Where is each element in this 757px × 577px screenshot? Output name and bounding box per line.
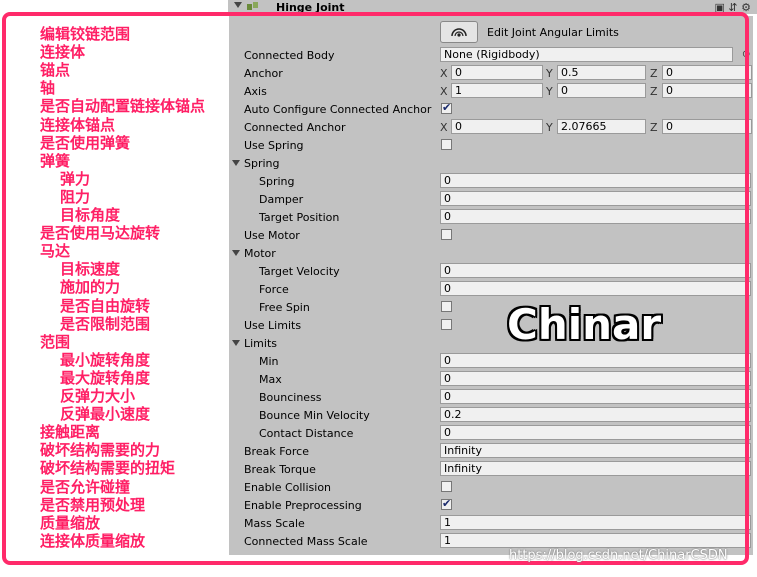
- hinge-joint-icon: [247, 2, 258, 10]
- annotation-label: 施加的力: [60, 278, 121, 297]
- annotation-label: 马达: [40, 242, 71, 261]
- annotation-label: 最大旋转角度: [60, 368, 151, 387]
- annotation-label: 目标角度: [60, 206, 121, 224]
- annotation-label: 轴: [40, 79, 56, 98]
- annotation-label: 反弹力大小: [60, 387, 136, 405]
- annotation-label: 弹簧: [40, 151, 71, 170]
- annotation-label: 弹力: [60, 169, 91, 188]
- annotation-label: 锚点: [40, 61, 71, 80]
- annotation-label: 阻力: [60, 187, 91, 206]
- annotation-label: 破坏结构需要的扭矩: [40, 459, 176, 478]
- annotation-label: 范围: [40, 332, 71, 351]
- annotation-label: 是否使用弹簧: [40, 133, 131, 152]
- annotation-label: 破坏结构需要的力: [40, 441, 161, 460]
- annotation-label: 连接体锚点: [40, 115, 116, 134]
- annotation-label: 接触距离: [40, 423, 101, 442]
- watermark: https://blog.csdn.net/ChinarCSDN: [509, 548, 728, 563]
- annotation-label: 是否禁用预处理: [40, 495, 146, 514]
- annotation-label: 连接体质量缩放: [40, 531, 146, 550]
- brand-text: Chinar: [507, 300, 662, 349]
- annotation-label: 最小旋转角度: [60, 350, 151, 369]
- annotation-label: 是否自由旋转: [60, 296, 151, 315]
- annotation-label: 目标速度: [60, 260, 121, 279]
- annotation-label: 反弹最小速度: [60, 405, 151, 424]
- annotation-label: 是否使用马达旋转: [40, 224, 161, 243]
- annotation-label: 编辑铰链范围: [40, 25, 131, 43]
- annotation-label: 是否自动配置链接体锚点: [40, 97, 206, 116]
- annotation-label: 质量缩放: [40, 513, 101, 532]
- annotation-label: 是否允许碰撞: [40, 477, 131, 496]
- annotation-label: 连接体: [40, 43, 86, 62]
- annotation-label: 是否限制范围: [60, 314, 151, 333]
- collapse-arrow-icon[interactable]: [234, 2, 242, 8]
